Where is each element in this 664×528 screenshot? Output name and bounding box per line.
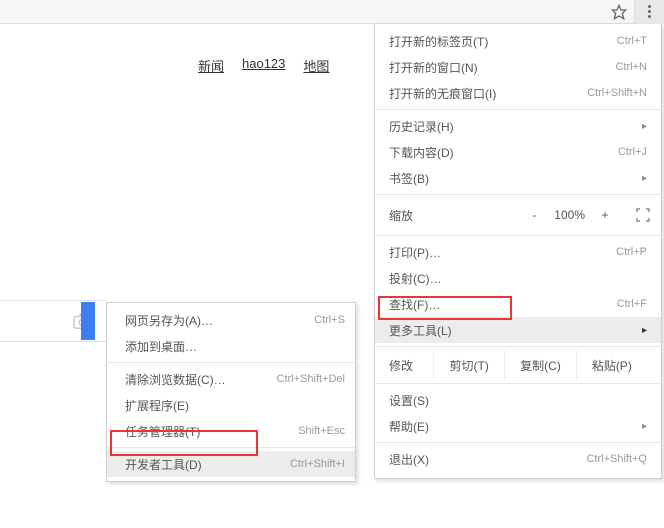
menu-shortcut: Ctrl+S: [314, 314, 345, 326]
zoom-value: 100%: [554, 208, 585, 222]
menu-more-tools[interactable]: 更多工具(L): [375, 317, 661, 343]
menu-separator: [375, 235, 661, 236]
menu-label: 查找(F)…: [389, 296, 617, 313]
menu-label: 任务管理器(T): [125, 423, 298, 440]
menu-label: 投射(C)…: [389, 270, 647, 287]
link-news[interactable]: 新闻: [198, 56, 224, 75]
menu-label: 书签(B): [389, 170, 636, 187]
menu-help[interactable]: 帮助(E): [375, 413, 661, 439]
menu-shortcut: Ctrl+J: [618, 146, 647, 158]
menu-history[interactable]: 历史记录(H): [375, 113, 661, 139]
menu-downloads[interactable]: 下载内容(D) Ctrl+J: [375, 139, 661, 165]
browser-toolbar: [0, 0, 664, 24]
menu-label: 更多工具(L): [389, 322, 636, 339]
fullscreen-button[interactable]: [635, 207, 651, 223]
menu-label: 扩展程序(E): [125, 397, 345, 414]
menu-shortcut: Ctrl+N: [616, 61, 647, 73]
link-map[interactable]: 地图: [303, 56, 329, 75]
menu-task-manager[interactable]: 任务管理器(T) Shift+Esc: [107, 418, 355, 444]
menu-separator: [375, 383, 661, 384]
zoom-in-button[interactable]: +: [597, 207, 613, 223]
menu-label: 设置(S): [389, 392, 647, 409]
menu-shortcut: Shift+Esc: [298, 425, 345, 437]
search-button-fragment[interactable]: [81, 302, 95, 340]
menu-shortcut: Ctrl+Shift+N: [587, 87, 647, 99]
edit-copy[interactable]: 复制(C): [504, 350, 575, 380]
menu-cast[interactable]: 投射(C)…: [375, 265, 661, 291]
menu-shortcut: Ctrl+T: [617, 35, 647, 47]
menu-new-tab[interactable]: 打开新的标签页(T) Ctrl+T: [375, 28, 661, 54]
menu-separator: [375, 194, 661, 195]
menu-label: 网页另存为(A)…: [125, 312, 314, 329]
menu-separator: [375, 442, 661, 443]
menu-bookmarks[interactable]: 书签(B): [375, 165, 661, 191]
menu-shortcut: Ctrl+Shift+Del: [277, 373, 345, 385]
menu-separator: [375, 109, 661, 110]
kebab-icon: [648, 5, 651, 18]
menu-save-page-as[interactable]: 网页另存为(A)… Ctrl+S: [107, 307, 355, 333]
page-nav-links: 新闻 hao123 地图: [198, 56, 329, 75]
menu-label: 修改: [389, 357, 433, 374]
menu-clear-browsing-data[interactable]: 清除浏览数据(C)… Ctrl+Shift+Del: [107, 366, 355, 392]
menu-label: 打印(P)…: [389, 244, 616, 261]
bookmark-star-button[interactable]: [604, 0, 634, 24]
menu-label: 打开新的标签页(T): [389, 33, 617, 50]
menu-separator: [107, 362, 355, 363]
menu-print[interactable]: 打印(P)… Ctrl+P: [375, 239, 661, 265]
link-hao123[interactable]: hao123: [242, 56, 285, 75]
menu-label: 帮助(E): [389, 418, 636, 435]
menu-label: 缩放: [389, 207, 526, 224]
menu-separator: [375, 346, 661, 347]
menu-new-incognito[interactable]: 打开新的无痕窗口(I) Ctrl+Shift+N: [375, 80, 661, 106]
menu-find[interactable]: 查找(F)… Ctrl+F: [375, 291, 661, 317]
menu-label: 打开新的无痕窗口(I): [389, 85, 587, 102]
menu-zoom: 缩放 - 100% +: [375, 198, 661, 232]
menu-developer-tools[interactable]: 开发者工具(D) Ctrl+Shift+I: [107, 451, 355, 477]
menu-label: 清除浏览数据(C)…: [125, 371, 277, 388]
menu-label: 退出(X): [389, 451, 586, 468]
kebab-menu-button[interactable]: [634, 0, 664, 24]
menu-edit-row: 修改 剪切(T) 复制(C) 粘贴(P): [375, 350, 661, 380]
menu-settings[interactable]: 设置(S): [375, 387, 661, 413]
zoom-out-button[interactable]: -: [526, 207, 542, 223]
menu-shortcut: Ctrl+P: [616, 246, 647, 258]
menu-label: 添加到桌面…: [125, 338, 345, 355]
menu-label: 开发者工具(D): [125, 456, 290, 473]
chrome-main-menu: 打开新的标签页(T) Ctrl+T 打开新的窗口(N) Ctrl+N 打开新的无…: [374, 24, 662, 479]
menu-extensions[interactable]: 扩展程序(E): [107, 392, 355, 418]
more-tools-submenu: 网页另存为(A)… Ctrl+S 添加到桌面… 清除浏览数据(C)… Ctrl+…: [106, 302, 356, 482]
menu-label: 打开新的窗口(N): [389, 59, 616, 76]
menu-shortcut: Ctrl+Shift+I: [290, 458, 345, 470]
menu-label: 下载内容(D): [389, 144, 618, 161]
menu-new-window[interactable]: 打开新的窗口(N) Ctrl+N: [375, 54, 661, 80]
menu-add-to-desktop[interactable]: 添加到桌面…: [107, 333, 355, 359]
menu-separator: [107, 447, 355, 448]
menu-shortcut: Ctrl+Shift+Q: [586, 453, 647, 465]
edit-paste[interactable]: 粘贴(P): [576, 350, 647, 380]
edit-cut[interactable]: 剪切(T): [433, 350, 504, 380]
menu-shortcut: Ctrl+F: [617, 298, 647, 310]
menu-label: 历史记录(H): [389, 118, 636, 135]
menu-exit[interactable]: 退出(X) Ctrl+Shift+Q: [375, 446, 661, 472]
